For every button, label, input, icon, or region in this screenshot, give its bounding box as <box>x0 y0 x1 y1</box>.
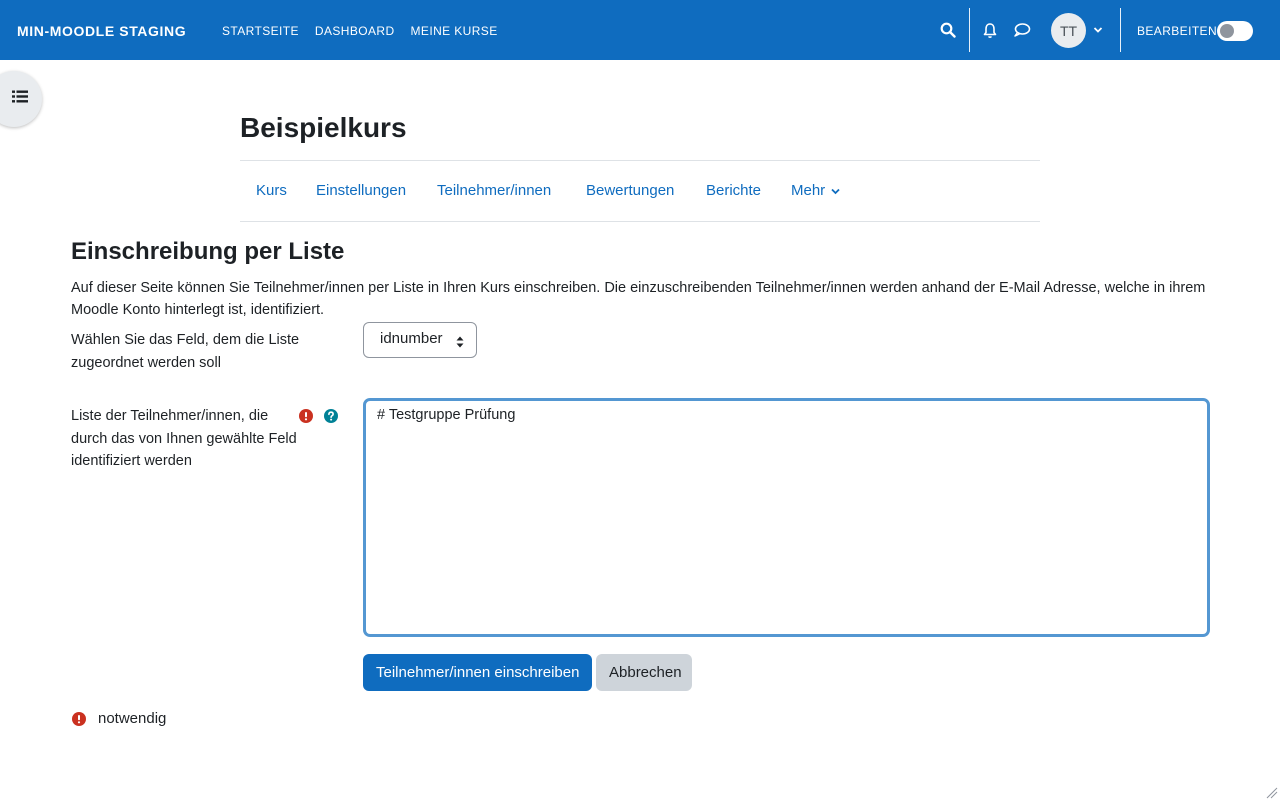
navbar-divider <box>969 8 970 52</box>
participant-list-textarea[interactable]: # Testgruppe Prüfung <box>363 398 1210 637</box>
course-title: Beispielkurs <box>240 112 407 143</box>
course-index-drawer-button[interactable] <box>0 71 42 127</box>
tab-berichte[interactable]: Berichte <box>706 182 761 199</box>
tab-kurs[interactable]: Kurs <box>256 182 287 199</box>
resize-grip-icon <box>1266 786 1278 804</box>
chevron-down-icon[interactable] <box>1088 20 1108 40</box>
edit-mode-label: BEARBEITEN <box>1137 24 1218 38</box>
search-icon[interactable] <box>938 20 958 40</box>
enrol-participants-button[interactable]: Teilnehmer/innen einschreiben <box>363 654 592 691</box>
field-select[interactable]: idnumber <box>363 322 477 358</box>
navbar-divider <box>1120 8 1121 52</box>
nav-link-dashboard[interactable]: DASHBOARD <box>315 24 395 38</box>
tab-teilnehmer[interactable]: Teilnehmer/innen <box>437 182 551 199</box>
toggle-knob <box>1220 24 1234 38</box>
bell-icon[interactable] <box>980 20 1000 40</box>
required-icon <box>72 712 86 726</box>
page-heading: Einschreibung per Liste <box>71 238 345 265</box>
tab-einstellungen[interactable]: Einstellungen <box>316 182 406 199</box>
select-arrows-icon <box>456 335 464 352</box>
nav-link-meine-kurse[interactable]: MEINE KURSE <box>411 24 498 38</box>
chevron-down-icon <box>829 182 840 199</box>
top-navbar: MIN-MOODLE STAGING STARTSEITE DASHBOARD … <box>0 0 1280 60</box>
help-icon[interactable] <box>324 409 338 423</box>
field-select-value: idnumber <box>380 330 443 347</box>
participant-list-label: Liste der Teilnehmer/innen, die durch da… <box>71 408 297 469</box>
tab-bewertungen[interactable]: Bewertungen <box>586 182 674 199</box>
primary-navigation: STARTSEITE DASHBOARD MEINE KURSE <box>222 24 498 38</box>
required-field-note: notwendig <box>98 710 167 727</box>
page-intro-text: Auf dieser Seite können Sie Teilnehmer/i… <box>71 280 1206 318</box>
tab-mehr-label: Mehr <box>791 182 826 199</box>
cancel-button[interactable]: Abbrechen <box>596 654 692 691</box>
user-avatar[interactable]: TT <box>1051 13 1086 48</box>
chat-bubble-icon[interactable] <box>1012 20 1032 40</box>
nav-link-startseite[interactable]: STARTSEITE <box>222 24 299 38</box>
list-icon <box>12 90 28 108</box>
tab-mehr[interactable]: Mehr <box>791 182 840 199</box>
field-select-label: Wählen Sie das Feld, dem die Liste zugeo… <box>71 332 300 371</box>
edit-mode-toggle[interactable] <box>1217 21 1253 41</box>
required-icon <box>299 409 313 423</box>
course-secondary-navigation: Kurs Einstellungen Teilnehmer/innen Bewe… <box>240 160 1040 222</box>
site-brand[interactable]: MIN-MOODLE STAGING <box>17 23 186 39</box>
